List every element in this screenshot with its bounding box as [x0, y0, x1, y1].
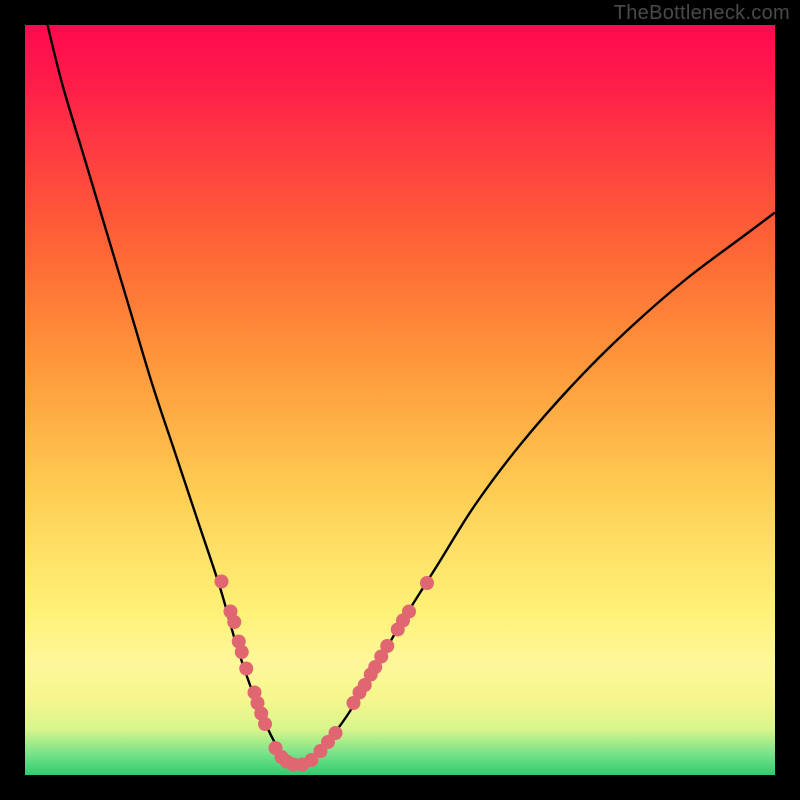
curve-marker: [227, 615, 241, 629]
curve-marker: [329, 726, 343, 740]
curve-marker: [402, 605, 416, 619]
curve-marker: [420, 576, 434, 590]
curve-marker: [380, 639, 394, 653]
chart-frame: TheBottleneck.com: [0, 0, 800, 800]
watermark-text: TheBottleneck.com: [614, 2, 790, 25]
bottleneck-curve: [48, 25, 776, 766]
curve-markers: [215, 575, 435, 772]
curve-svg: [25, 25, 775, 775]
curve-marker: [258, 717, 272, 731]
curve-marker: [235, 645, 249, 659]
curve-marker: [215, 575, 229, 589]
curve-marker: [239, 662, 253, 676]
